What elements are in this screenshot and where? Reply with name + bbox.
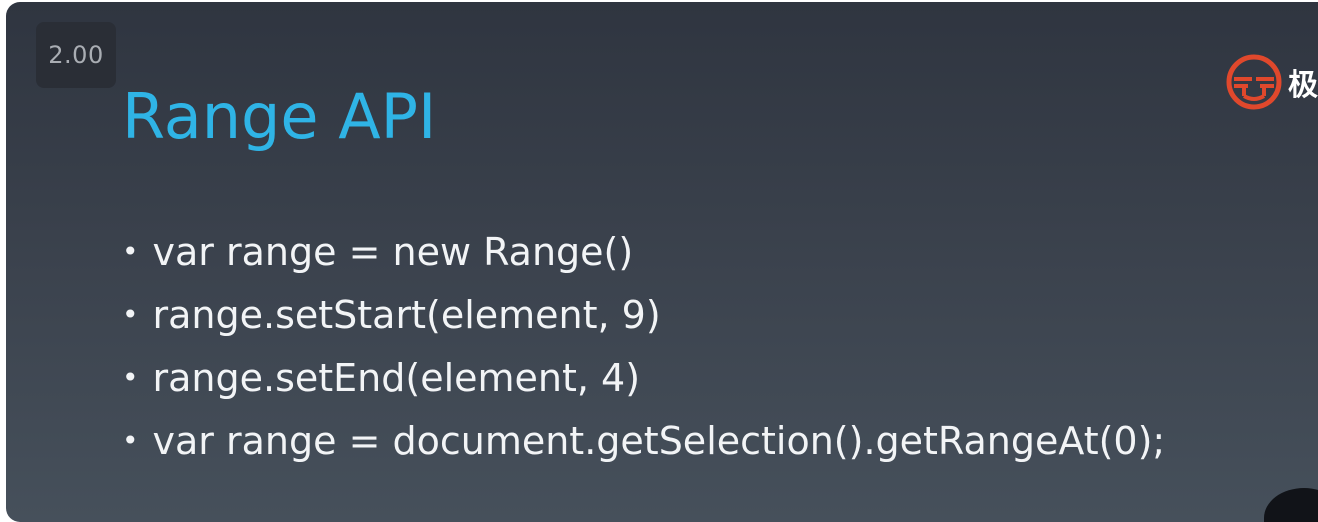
bullet-dot-icon: • [122, 424, 139, 457]
bullet-dot-icon: • [122, 298, 139, 331]
brand-logo: 极 [1224, 52, 1318, 112]
bullet-item: • range.setStart(element, 9) [122, 293, 1165, 356]
bullet-text: var range = new Range() [152, 230, 634, 274]
bullet-item: • var range = new Range() [122, 230, 1165, 293]
bullet-dot-icon: • [122, 235, 139, 268]
brand-logo-text: 极 [1288, 68, 1318, 103]
bullet-text: range.setEnd(element, 4) [152, 356, 641, 400]
slide-title: Range API [122, 80, 437, 153]
bullet-item: • var range = document.getSelection().ge… [122, 419, 1165, 482]
presenter-silhouette [1264, 488, 1318, 522]
video-frame[interactable]: 2.00 Range API 极 • var range = new Range… [6, 2, 1318, 522]
bullet-list: • var range = new Range() • range.setSta… [122, 230, 1165, 482]
playback-speed-label: 2.00 [48, 41, 104, 69]
bullet-text: var range = document.getSelection().getR… [152, 419, 1166, 463]
playback-speed-badge[interactable]: 2.00 [36, 22, 116, 88]
geektime-logo-icon [1226, 54, 1282, 110]
bullet-text: range.setStart(element, 9) [152, 293, 661, 337]
bullet-item: • range.setEnd(element, 4) [122, 356, 1165, 419]
bullet-dot-icon: • [122, 361, 139, 394]
